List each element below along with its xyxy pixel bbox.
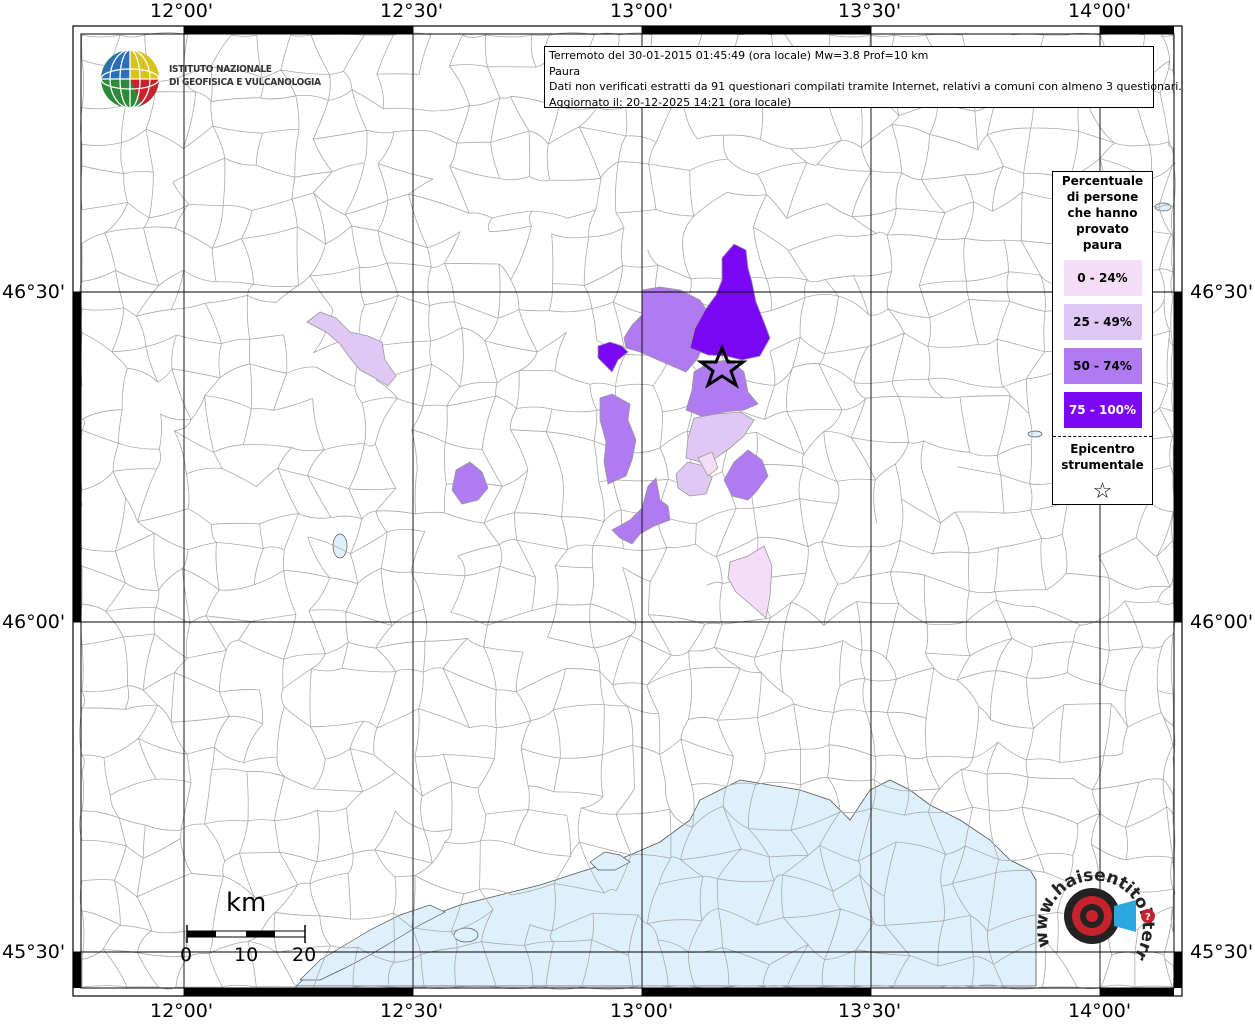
legend-class-2: 50 - 74% xyxy=(1063,348,1142,384)
lon-label-top: 14°00' xyxy=(1068,0,1132,22)
event-line: Terremoto del 30-01-2015 01:45:49 (ora l… xyxy=(549,49,929,62)
lon-label-top: 13°00' xyxy=(610,0,674,22)
ingv-name-line: ISTITUTO NAZIONALE xyxy=(169,64,272,75)
event-info-box: Terremoto del 30-01-2015 01:45:49 (ora l… xyxy=(544,46,1182,109)
scale-tick: 0 xyxy=(180,944,193,966)
legend-epicenter-line: strumentale xyxy=(1061,458,1144,472)
legend-separator xyxy=(1053,436,1152,437)
lon-label-bottom: 12°30' xyxy=(380,1000,444,1022)
haisentito-logo-icon: www.haisentitoilterremoto.it ? xyxy=(1036,858,1158,964)
svg-text:?: ? xyxy=(1145,912,1151,923)
legend-class-0: 0 - 24% xyxy=(1063,260,1142,296)
ingv-name-line: DI GEOFISICA E VULCANOLOGIA xyxy=(169,77,321,88)
lat-label-right: 46°30' xyxy=(1190,281,1254,303)
lon-label-bottom: 12°00' xyxy=(150,1000,214,1022)
lake xyxy=(453,927,479,943)
legend-title-line: provato xyxy=(1076,222,1129,236)
scale-tick: 20 xyxy=(292,944,317,966)
legend-title-line: che hanno xyxy=(1067,206,1138,220)
legend-epicenter-line: Epicentro xyxy=(1070,442,1135,456)
lat-label-left: 46°30' xyxy=(2,281,66,303)
legend-title: Percentuale di persone che hanno provato… xyxy=(1053,173,1152,253)
lon-label-bottom: 14°00' xyxy=(1068,1000,1132,1022)
lon-label-bottom: 13°30' xyxy=(838,1000,902,1022)
legend-class-3: 75 - 100% xyxy=(1063,392,1142,428)
star-icon: ☆ xyxy=(1092,479,1113,504)
lat-label-right: 45°30' xyxy=(1190,941,1254,963)
lat-label-left: 46°00' xyxy=(2,611,66,633)
lon-label-top: 12°30' xyxy=(380,0,444,22)
legend-title-line: paura xyxy=(1082,238,1123,252)
ingv-name: ISTITUTO NAZIONALE DI GEOFISICA E VULCAN… xyxy=(169,63,321,89)
scale-unit: km xyxy=(226,888,267,918)
scale-tick: 10 xyxy=(234,944,259,966)
data-note-line: Dati non verificati estratti da 91 quest… xyxy=(549,80,1182,93)
lon-label-bottom: 13°00' xyxy=(610,1000,674,1022)
lon-label-top: 13°30' xyxy=(838,0,902,22)
legend-class-1: 25 - 49% xyxy=(1063,304,1142,340)
legend-epicenter-label: Epicentro strumentale xyxy=(1053,441,1152,473)
legend: Percentuale di persone che hanno provato… xyxy=(1052,171,1153,505)
lon-label-top: 12°00' xyxy=(150,0,214,22)
legend-title-line: Percentuale xyxy=(1061,174,1144,188)
lake xyxy=(1027,430,1043,438)
updated-line: Aggiornato il: 20-12-2025 14:21 (ora loc… xyxy=(549,95,792,109)
legend-title-line: di persone xyxy=(1066,190,1139,204)
parameter-line: Paura xyxy=(549,64,581,78)
map-background xyxy=(73,26,1182,996)
lat-label-right: 46°00' xyxy=(1190,611,1254,633)
lat-label-left: 45°30' xyxy=(2,941,66,963)
ingv-globe-icon xyxy=(100,49,160,109)
